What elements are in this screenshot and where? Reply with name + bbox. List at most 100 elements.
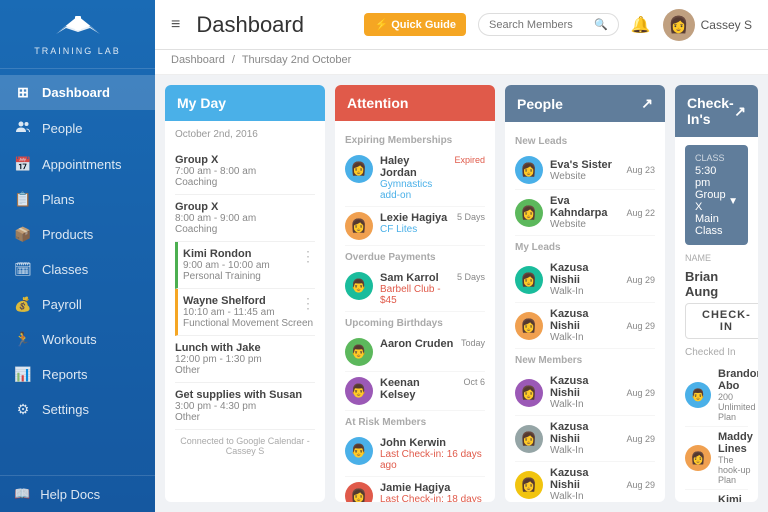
- myday-item-title: Get supplies with Susan: [175, 389, 315, 401]
- attention-avatar: 👩: [345, 482, 373, 502]
- people-name: Kazusa Nishii: [550, 308, 619, 332]
- sidebar-item-settings[interactable]: ⚙ Settings: [0, 392, 155, 427]
- people-sub: Website: [550, 219, 619, 230]
- people-avatar: 👩: [515, 266, 543, 294]
- sidebar-item-workouts[interactable]: 🏃 Workouts: [0, 322, 155, 357]
- people-avatar: 👩: [515, 379, 543, 407]
- check-in-button[interactable]: CHECK-IN: [685, 303, 758, 339]
- attention-item: 👨 Keenan Kelsey Oct 6: [345, 372, 485, 411]
- checkin-class-label: Class: [695, 153, 738, 163]
- myday-item-time: 8:00 am - 9:00 am: [175, 213, 315, 224]
- sidebar: TRAINING LAB ⊞ Dashboard People 📅 Appoin…: [0, 0, 155, 512]
- sidebar-item-label: Appointments: [42, 157, 122, 172]
- people-date: Aug 22: [626, 208, 655, 218]
- myday-item-title: Group X: [175, 201, 315, 213]
- myday-item: Get supplies with Susan 3:00 pm - 4:30 p…: [175, 383, 315, 430]
- people-sub: Walk-In: [550, 399, 619, 410]
- attention-info: Haley Jordan Gymnastics add-on: [380, 155, 447, 201]
- checkin-card-header: Check-In's ↗: [675, 85, 758, 137]
- people-info: Eva's Sister Website: [550, 159, 612, 182]
- people-share-icon[interactable]: ↗: [641, 95, 653, 112]
- attention-avatar: 👩: [345, 212, 373, 240]
- sidebar-item-label: Classes: [42, 262, 88, 277]
- myday-item-type: Coaching: [175, 177, 315, 188]
- menu-icon[interactable]: ≡: [171, 16, 180, 34]
- sidebar-item-plans[interactable]: 📋 Plans: [0, 182, 155, 217]
- sidebar-item-products[interactable]: 📦 Products: [0, 217, 155, 252]
- sidebar-item-reports[interactable]: 📊 Reports: [0, 357, 155, 392]
- attention-info: John Kerwin Last Check-in: 16 days ago: [380, 437, 485, 471]
- dashboard-content: My Day October 2nd, 2016 Group X 7:00 am…: [155, 75, 768, 512]
- checked-in-item: 👨 Brandon Abo 200 Unlimited Plan ✓: [685, 364, 748, 427]
- chevron-down-icon[interactable]: ▼: [728, 196, 738, 207]
- sidebar-item-people[interactable]: People: [0, 110, 155, 147]
- attention-info: Sam Karrol Barbell Club - $45: [380, 272, 450, 306]
- myday-card-body: October 2nd, 2016 Group X 7:00 am - 8:00…: [165, 121, 325, 502]
- quick-guide-button[interactable]: ⚡ Quick Guide: [364, 13, 466, 36]
- user-area[interactable]: 👩 Cassey S: [663, 9, 752, 41]
- attention-sub: Gymnastics add-on: [380, 179, 447, 201]
- sidebar-item-label: Plans: [42, 192, 75, 207]
- attention-avatar: 👨: [345, 377, 373, 405]
- logo-icon: [54, 14, 102, 44]
- checkin-name-value: Brian Aung: [685, 269, 748, 299]
- checkin-avatar: 👩: [685, 445, 711, 471]
- sidebar-item-help-docs[interactable]: 📖 Help Docs: [0, 475, 155, 512]
- checkin-class-value: 5:30 pm Group X Main Class: [695, 165, 728, 237]
- search-input[interactable]: [489, 19, 589, 31]
- people-card-header: People ↗: [505, 85, 665, 122]
- people-avatar: 👩: [515, 156, 543, 184]
- attention-card: Attention Expiring Memberships 👩 Haley J…: [335, 85, 495, 502]
- sidebar-item-appointments[interactable]: 📅 Appointments: [0, 147, 155, 182]
- myday-item: Wayne Shelford 10:10 am - 11:45 am Funct…: [175, 289, 315, 336]
- myday-item-time: 9:00 am - 10:00 am: [183, 260, 315, 271]
- checkin-person-info: Maddy Lines The hook-up Plan: [718, 431, 753, 485]
- myday-title: My Day: [177, 95, 226, 111]
- myday-item: Kimi Rondon 9:00 am - 10:00 am Personal …: [175, 242, 315, 289]
- people-info: Kazusa Nishii Walk-In: [550, 467, 619, 502]
- attention-sub: Barbell Club - $45: [380, 284, 450, 306]
- checkin-avatar: 👨: [685, 382, 711, 408]
- sidebar-item-classes[interactable]: 🗓 Classes: [0, 252, 155, 287]
- myday-item-time: 3:00 pm - 4:30 pm: [175, 401, 315, 412]
- checkin-title: Check-In's: [687, 95, 734, 127]
- people-info: Kazusa Nishii Walk-In: [550, 308, 619, 343]
- breadcrumb: Dashboard / Thursday 2nd October: [155, 50, 768, 75]
- attention-info: Lexie Hagiya CF Lites: [380, 212, 447, 235]
- search-box[interactable]: 🔍: [478, 13, 619, 36]
- people-sub: Walk-In: [550, 491, 619, 502]
- attention-avatar: 👨: [345, 437, 373, 465]
- people-date: Aug 29: [626, 388, 655, 398]
- notification-icon[interactable]: 🔔: [631, 15, 651, 35]
- payroll-icon: 💰: [14, 296, 32, 313]
- attention-section-label: At Risk Members: [345, 417, 485, 428]
- attention-name: Sam Karrol: [380, 272, 450, 284]
- sidebar-item-dashboard[interactable]: ⊞ Dashboard: [0, 75, 155, 110]
- checkin-person-name: Brandon Abo: [718, 368, 758, 392]
- myday-item: Group X 8:00 am - 9:00 am Coaching: [175, 195, 315, 242]
- people-avatar: 👩: [515, 312, 543, 340]
- people-item: 👩 Eva Kahndarpa Website Aug 22: [515, 190, 655, 236]
- breadcrumb-home[interactable]: Dashboard: [171, 54, 225, 66]
- attention-sub: Last Check-in: 16 days ago: [380, 449, 485, 471]
- attention-section-label: Overdue Payments: [345, 252, 485, 263]
- people-date: Aug 29: [626, 434, 655, 444]
- people-info: Eva Kahndarpa Website: [550, 195, 619, 230]
- attention-sub: Last Check-in: 18 days ago: [380, 494, 485, 502]
- attention-item: 👨 John Kerwin Last Check-in: 16 days ago: [345, 432, 485, 477]
- dashboard-icon: ⊞: [14, 84, 32, 101]
- people-item: 👩 Kazusa Nishii Walk-In Aug 29: [515, 370, 655, 416]
- checkin-person-info: Kimi Rondon 200 Unlimited Plan: [718, 494, 758, 502]
- myday-item-type: Other: [175, 365, 315, 376]
- sidebar-navigation: ⊞ Dashboard People 📅 Appointments 📋 Plan…: [0, 69, 155, 475]
- checkin-share-icon[interactable]: ↗: [734, 103, 746, 120]
- logo-text: TRAINING LAB: [34, 46, 121, 56]
- appointments-icon: 📅: [14, 156, 32, 173]
- sidebar-item-label: Reports: [42, 367, 88, 382]
- sidebar-item-payroll[interactable]: 💰 Payroll: [0, 287, 155, 322]
- attention-section-label: Upcoming Birthdays: [345, 318, 485, 329]
- more-options-icon[interactable]: ⋮: [301, 248, 315, 265]
- myday-item-title: Kimi Rondon: [183, 248, 315, 260]
- attention-item: 👩 Jamie Hagiya Last Check-in: 18 days ag…: [345, 477, 485, 502]
- more-options-icon[interactable]: ⋮: [301, 295, 315, 312]
